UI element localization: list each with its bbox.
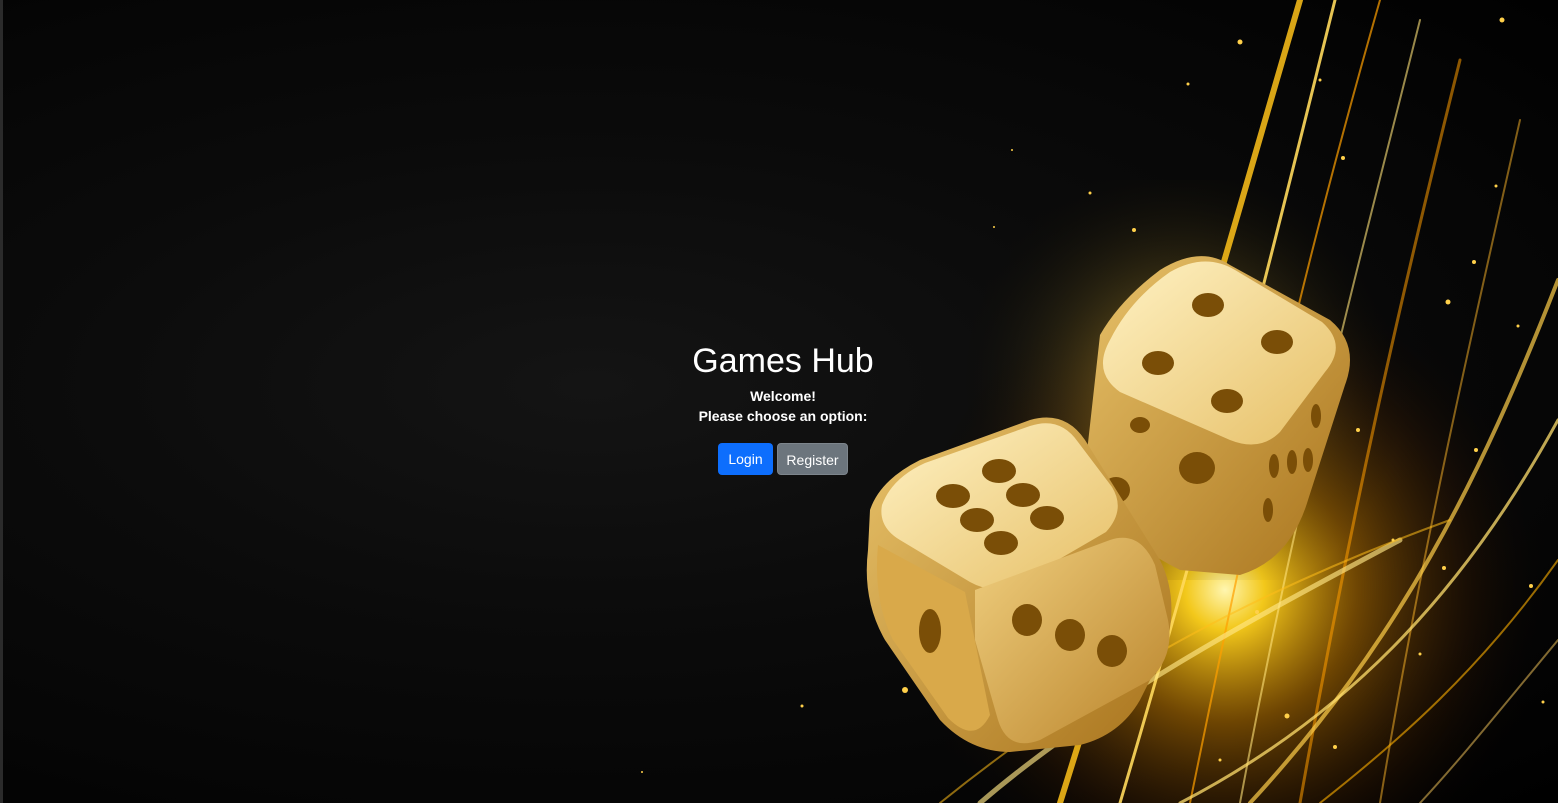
- page-title: Games Hub: [692, 342, 874, 380]
- landing-page: Games Hub Welcome! Please choose an opti…: [0, 0, 1558, 803]
- auth-buttons: Login Register: [633, 443, 933, 475]
- register-button[interactable]: Register: [777, 443, 848, 475]
- welcome-panel: Games Hub Welcome! Please choose an opti…: [633, 336, 933, 475]
- choose-option-text: Please choose an option:: [698, 408, 868, 424]
- welcome-text: Welcome!: [750, 388, 816, 404]
- login-button[interactable]: Login: [718, 443, 773, 475]
